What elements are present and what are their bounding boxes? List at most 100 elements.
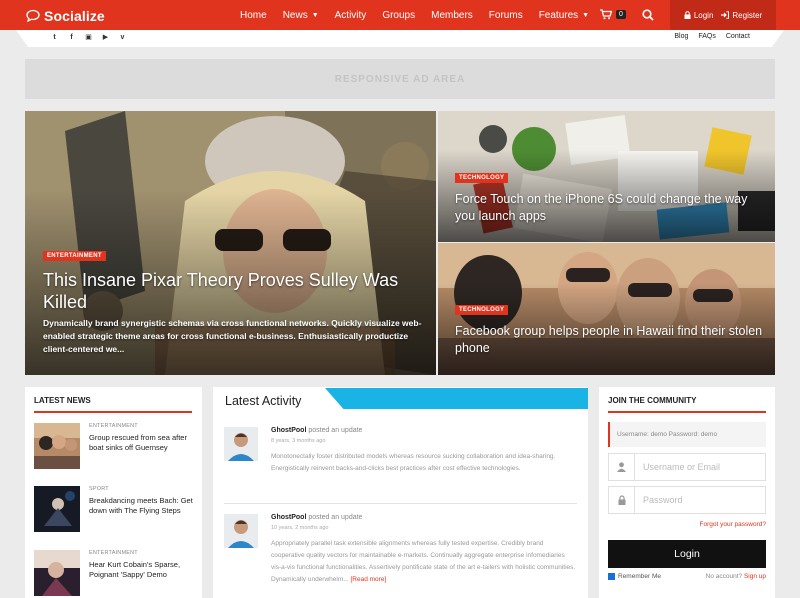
vine-icon[interactable]: v (118, 33, 127, 42)
search-icon[interactable] (642, 9, 654, 21)
login-button[interactable]: Login (608, 540, 766, 568)
latest-news-widget: LATEST NEWS ENTERTAINMENT Group rescued … (25, 387, 202, 598)
login-widget: JOIN THE COMMUNITY Username: demo Passwo… (599, 387, 775, 598)
activity-divider (224, 503, 577, 504)
login-label: Login (693, 10, 714, 20)
chevron-down-icon: ▼ (311, 11, 319, 19)
remember-me[interactable]: Remember Me (608, 573, 661, 580)
speech-bubble-icon (26, 9, 40, 23)
password-field[interactable]: Password (608, 486, 766, 514)
hero-side-article-2[interactable]: TECHNOLOGY Facebook group helps people i… (438, 243, 775, 375)
nav-item-forums[interactable]: Forums (481, 0, 531, 30)
nav-item-home[interactable]: Home (232, 0, 275, 30)
news-category[interactable]: ENTERTAINMENT (89, 423, 138, 429)
twitter-icon[interactable]: t (50, 33, 59, 42)
header-accent-stripe (325, 388, 588, 409)
activity-action: posted an update (308, 427, 363, 434)
avatar[interactable] (224, 427, 258, 461)
activity-user-link[interactable]: GhostPool (271, 514, 306, 521)
nav-item-news[interactable]: News ▼ (275, 0, 327, 30)
nav-label: Groups (382, 9, 416, 21)
login-link[interactable]: Login (684, 10, 714, 20)
activity-text: Appropriately parallel task extensible a… (271, 540, 576, 583)
utility-links: Blog FAQs Contact (674, 33, 750, 40)
news-title[interactable]: Breakdancing meets Bach: Get down with T… (89, 496, 195, 516)
register-link[interactable]: Register (721, 11, 762, 20)
activity-action: posted an update (308, 514, 363, 521)
facebook-icon[interactable]: f (67, 33, 76, 42)
hero-main-excerpt: Dynamically brand synergistic schemas vi… (43, 318, 422, 354)
activity-content: Appropriately parallel task extensible a… (271, 538, 576, 586)
nav-item-features[interactable]: Features ▼ (531, 0, 597, 30)
hero-side-title-2[interactable]: Facebook group helps people in Hawaii fi… (455, 323, 765, 357)
category-badge[interactable]: TECHNOLOGY (455, 173, 509, 183)
site-logo[interactable]: Socialize (26, 7, 105, 25)
nav-label: Activity (334, 9, 367, 21)
nav-item-groups[interactable]: Groups (374, 0, 423, 30)
youtube-icon[interactable]: ▶ (101, 33, 110, 42)
signup-prompt: No account? Sign up (706, 573, 766, 580)
secondary-bar: t f ▣ ▶ v Blog FAQs Contact (16, 30, 784, 47)
username-field[interactable]: Username or Email (608, 453, 766, 481)
widget-title: LATEST NEWS (34, 396, 91, 405)
register-label: Register (732, 10, 763, 20)
remember-me-checkbox[interactable] (608, 573, 615, 580)
forgot-password-link[interactable]: Forgot your password? (700, 521, 766, 528)
news-title[interactable]: Hear Kurt Cobain's Sparse, Poignant 'Sap… (89, 560, 195, 580)
hero-main-title[interactable]: This Insane Pixar Theory Proves Sulley W… (43, 269, 423, 313)
activity-timestamp[interactable]: 8 years, 3 months ago (271, 438, 325, 444)
instagram-icon[interactable]: ▣ (84, 33, 93, 42)
password-placeholder: Password (643, 495, 683, 505)
chevron-down-icon: ▼ (582, 11, 590, 19)
hero-side-title-1[interactable]: Force Touch on the iPhone 6S could chang… (455, 191, 765, 225)
nav-label: Forums (488, 9, 523, 21)
category-badge[interactable]: TECHNOLOGY (455, 305, 509, 315)
nav-item-activity[interactable]: Activity (327, 0, 375, 30)
hero-main-article[interactable]: ENTERTAINMENT This Insane Pixar Theory P… (25, 111, 436, 375)
faqs-link[interactable]: FAQs (698, 33, 716, 40)
news-category[interactable]: SPORT (89, 486, 109, 492)
user-icon (609, 454, 635, 480)
latest-activity-widget: Latest Activity GhostPool posted an upda… (213, 387, 588, 598)
activity-timestamp[interactable]: 10 years, 2 months ago (271, 525, 328, 531)
activity-header: GhostPool posted an update (271, 427, 362, 434)
activity-user-link[interactable]: GhostPool (271, 427, 306, 434)
main-nav: Home News ▼ Activity Groups Members Forum… (232, 0, 597, 30)
logo-text: Socialize (44, 8, 105, 24)
widget-title: JOIN THE COMMUNITY (608, 396, 697, 405)
blog-link[interactable]: Blog (674, 33, 688, 40)
lock-icon (684, 11, 691, 19)
nav-label: Members (431, 9, 473, 21)
hero-side-article-1[interactable]: TECHNOLOGY Force Touch on the iPhone 6S … (438, 111, 775, 242)
activity-content: Monotonectally foster distributed models… (271, 453, 556, 472)
news-category[interactable]: ENTERTAINMENT (89, 550, 138, 556)
remember-me-label: Remember Me (618, 573, 661, 580)
sign-in-icon (721, 11, 730, 19)
username-placeholder: Username or Email (643, 462, 721, 472)
contact-link[interactable]: Contact (726, 33, 750, 40)
category-badge[interactable]: ENTERTAINMENT (43, 251, 106, 261)
auth-links: Login Register (670, 0, 776, 30)
news-thumbnail[interactable] (34, 550, 80, 596)
widget-title: Latest Activity (225, 394, 302, 408)
cart-button[interactable]: 0 (600, 9, 626, 20)
news-thumbnail[interactable] (34, 486, 80, 532)
lock-icon (609, 487, 635, 513)
no-account-text: No account? (705, 573, 743, 580)
news-list-item[interactable]: SPORT Breakdancing meets Bach: Get down … (34, 486, 194, 534)
news-thumbnail[interactable] (34, 423, 80, 469)
news-list-item[interactable]: ENTERTAINMENT Hear Kurt Cobain's Sparse,… (34, 550, 194, 598)
avatar[interactable] (224, 514, 258, 548)
ad-area[interactable]: RESPONSIVE AD AREA (25, 59, 775, 99)
top-navigation-bar: Socialize Home News ▼ Activity Groups Mem… (0, 0, 800, 30)
widget-divider (608, 411, 766, 413)
read-more-link[interactable]: [Read more] (350, 576, 386, 583)
nav-label: News (282, 9, 308, 21)
nav-item-members[interactable]: Members (423, 0, 481, 30)
demo-credentials-notice: Username: demo Password: demo (608, 422, 766, 447)
news-title[interactable]: Group rescued from sea after boat sinks … (89, 433, 195, 453)
cart-count-badge: 0 (616, 10, 626, 19)
signup-link[interactable]: Sign up (744, 573, 766, 580)
news-list-item[interactable]: ENTERTAINMENT Group rescued from sea aft… (34, 423, 194, 471)
nav-label: Home (240, 9, 267, 21)
